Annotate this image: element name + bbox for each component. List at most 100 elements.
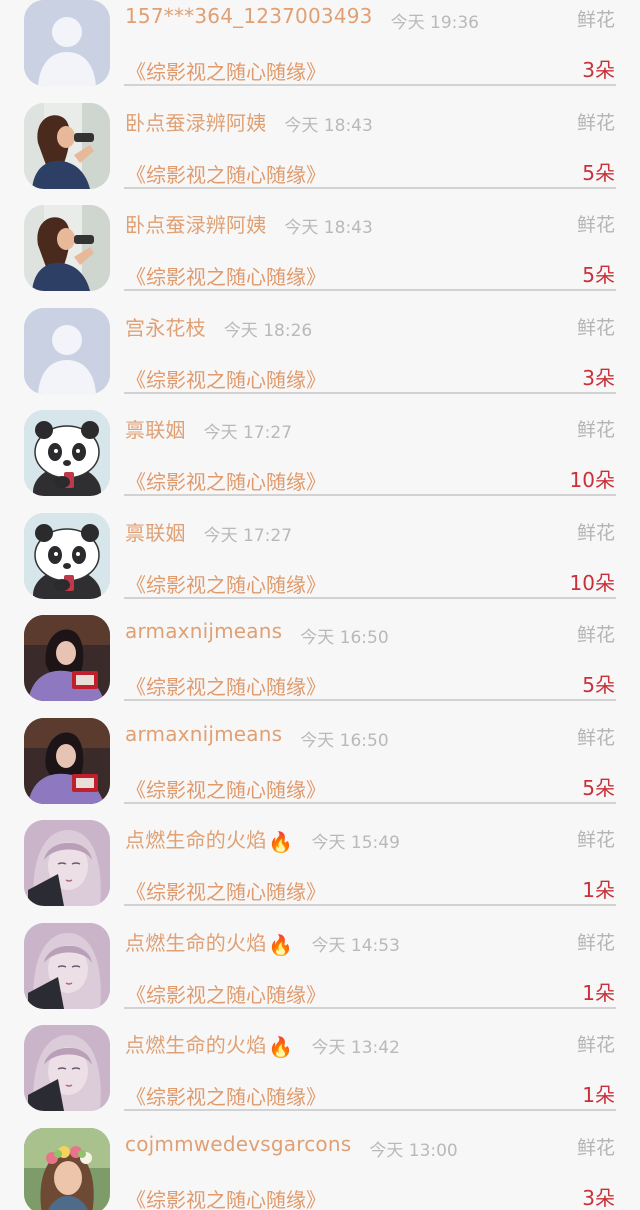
- row-divider: [124, 596, 616, 599]
- user-name[interactable]: 点燃生命的火焰 🔥: [125, 1029, 294, 1059]
- user-name[interactable]: 禀联姻: [125, 414, 186, 443]
- user-name[interactable]: armaxnijmeans: [125, 619, 282, 643]
- gift-count: 5朵: [582, 775, 615, 800]
- user-name-text: 禀联姻: [125, 520, 186, 545]
- user-name-text: armaxnijmeans: [125, 619, 283, 643]
- row-divider: [124, 186, 616, 189]
- gift-count: 3朵: [582, 1185, 615, 1210]
- gift-count: 3朵: [582, 58, 615, 82]
- book-title-link[interactable]: 《综影视之随心随缘》: [126, 364, 326, 393]
- gift-type-label: 鲜花: [576, 829, 615, 851]
- gift-type-label: 鲜花: [576, 214, 615, 236]
- book-title-link[interactable]: 《综影视之随心随缘》: [126, 979, 326, 1008]
- user-name[interactable]: 禀联姻: [125, 517, 186, 546]
- gift-type-label: 鲜花: [576, 521, 615, 544]
- gift-count: 10朵: [569, 570, 615, 595]
- gift-record-item[interactable]: 点燃生命的火焰 🔥 今天 13:42 鲜花《综影视之随心随缘》 1朵: [0, 1025, 640, 1128]
- user-avatar[interactable]: [24, 922, 110, 1009]
- gift-count: 3朵: [582, 365, 615, 390]
- user-avatar[interactable]: [24, 1127, 110, 1210]
- user-avatar[interactable]: [24, 820, 110, 906]
- user-name[interactable]: 157***364_1237003493: [125, 4, 373, 28]
- gift-type-label: 鲜花: [576, 624, 615, 646]
- gift-count: 1朵: [582, 1083, 615, 1107]
- gift-count: 5朵: [582, 263, 615, 287]
- user-avatar[interactable]: [24, 717, 110, 804]
- fire-icon: 🔥: [268, 1035, 294, 1059]
- user-name-text: 卧点蚕渌辨阿姨: [125, 110, 267, 135]
- gift-record-item[interactable]: 宫永花枝 今天 18:26 鲜花 《综影视之随心随缘》 3朵: [0, 307, 640, 411]
- user-name[interactable]: cojmmwedevsgarcons: [125, 1132, 351, 1156]
- user-name-text: 157***364_1237003493: [125, 4, 373, 28]
- user-name[interactable]: 宫永花枝: [125, 312, 206, 341]
- user-name-text: 点燃生命的火焰: [125, 1033, 267, 1057]
- row-divider: [124, 801, 616, 804]
- user-name[interactable]: 卧点蚕渌辨阿姨: [125, 107, 266, 136]
- user-name[interactable]: 点燃生命的火焰 🔥: [125, 927, 294, 957]
- gift-record-item[interactable]: 卧点蚕渌辨阿姨 今天 18:43 鲜花《综影视之随心随缘》 5朵: [0, 102, 640, 206]
- gift-record-item[interactable]: cojmmwedevsgarcons 今天 13:00 鲜花 《综影视之随心随缘》 3朵: [0, 1127, 640, 1210]
- gift-count: 5朵: [582, 673, 615, 697]
- book-title-link[interactable]: 《综影视之随心随缘》: [126, 1081, 326, 1110]
- user-name-text: cojmmwedevsgarcons: [125, 1131, 352, 1156]
- gift-count: 1朵: [582, 878, 615, 902]
- user-avatar[interactable]: [24, 102, 110, 189]
- user-name[interactable]: 点燃生命的火焰 🔥: [125, 824, 294, 854]
- row-divider: [124, 391, 616, 394]
- gift-record-item[interactable]: 157***364_1237003493 今天 19:36 鲜花 《综影视之随心随缘》…: [0, 0, 640, 103]
- book-title-link[interactable]: 《综影视之随心随缘》: [126, 671, 326, 700]
- user-name[interactable]: 卧点蚕渌辨阿姨: [125, 209, 266, 238]
- book-title-link[interactable]: 《综影视之随心随缘》: [126, 261, 326, 290]
- gift-time: 今天 18:26: [223, 320, 313, 341]
- user-avatar[interactable]: [24, 410, 110, 496]
- gift-record-item[interactable]: armaxnijmeans 今天 16:50 鲜花《综影视之随心随缘》 5朵: [0, 615, 640, 718]
- gift-record-item[interactable]: 禀联姻 今天 17:27 鲜花 《综影视之随心随缘》 10朵: [0, 410, 640, 513]
- user-avatar[interactable]: [24, 0, 110, 86]
- fire-icon: 🔥: [268, 830, 294, 854]
- row-divider: [124, 1006, 616, 1009]
- user-avatar[interactable]: [24, 1025, 110, 1111]
- gift-record-list[interactable]: 157***364_1237003493 今天 19:36 鲜花 《综影视之随心随缘》…: [0, 0, 640, 1210]
- gift-time: 今天 19:36: [390, 13, 479, 33]
- book-title-link[interactable]: 《综影视之随心随缘》: [126, 569, 326, 598]
- book-title-link[interactable]: 《综影视之随心随缘》: [126, 774, 326, 803]
- gift-time: 今天 13:42: [311, 1038, 400, 1058]
- gift-type-label: 鲜花: [576, 111, 615, 134]
- gift-record-item[interactable]: 卧点蚕渌辨阿姨 今天 18:43 鲜花《综影视之随心随缘》 5朵: [0, 205, 640, 308]
- user-avatar[interactable]: [24, 307, 110, 394]
- gift-count: 5朵: [582, 160, 615, 185]
- book-title-link[interactable]: 《综影视之随心随缘》: [126, 876, 326, 905]
- row-divider: [124, 699, 616, 701]
- user-name-text: 点燃生命的火焰: [125, 930, 267, 955]
- gift-time: 今天 18:43: [284, 218, 373, 238]
- gift-time: 今天 14:53: [311, 935, 400, 956]
- gift-type-label: 鲜花: [576, 1034, 615, 1056]
- gift-time: 今天 16:50: [300, 628, 389, 648]
- user-name-text: 宫永花枝: [125, 315, 206, 340]
- gift-type-label: 鲜花: [576, 931, 615, 954]
- book-title-link[interactable]: 《综影视之随心随缘》: [126, 466, 326, 495]
- user-avatar[interactable]: [24, 512, 110, 599]
- gift-type-label: 鲜花: [576, 419, 615, 441]
- gift-record-item[interactable]: 点燃生命的火焰 🔥 今天 14:53 鲜花《综影视之随心随缘》 1朵: [0, 922, 640, 1026]
- gift-time: 今天 17:27: [203, 423, 293, 443]
- user-name-text: 点燃生命的火焰: [125, 828, 267, 852]
- fire-icon: 🔥: [268, 932, 294, 957]
- gift-count: 1朵: [582, 980, 615, 1005]
- gift-time: 今天 17:27: [203, 525, 293, 546]
- user-avatar[interactable]: [24, 205, 110, 291]
- row-divider: [124, 289, 616, 291]
- gift-record-item[interactable]: 禀联姻 今天 17:27 鲜花《综影视之随心随缘》 10朵: [0, 512, 640, 616]
- row-divider: [124, 84, 616, 86]
- gift-type-label: 鲜花: [576, 1136, 615, 1159]
- gift-time: 今天 18:43: [284, 115, 373, 136]
- gift-record-item[interactable]: armaxnijmeans 今天 16:50 鲜花 《综影视之随心随缘》 5朵: [0, 717, 640, 821]
- gift-record-item[interactable]: 点燃生命的火焰 🔥 今天 15:49 鲜花 《综影视之随心随缘》 1朵: [0, 820, 640, 923]
- user-name-text: 禀联姻: [125, 418, 186, 442]
- book-title-link[interactable]: 《综影视之随心随缘》: [126, 56, 326, 85]
- book-title-link[interactable]: 《综影视之随心随缘》: [126, 1184, 326, 1210]
- user-name-text: 卧点蚕渌辨阿姨: [125, 213, 267, 237]
- user-avatar[interactable]: [24, 615, 110, 701]
- user-name[interactable]: armaxnijmeans: [125, 722, 282, 746]
- book-title-link[interactable]: 《综影视之随心随缘》: [126, 159, 326, 188]
